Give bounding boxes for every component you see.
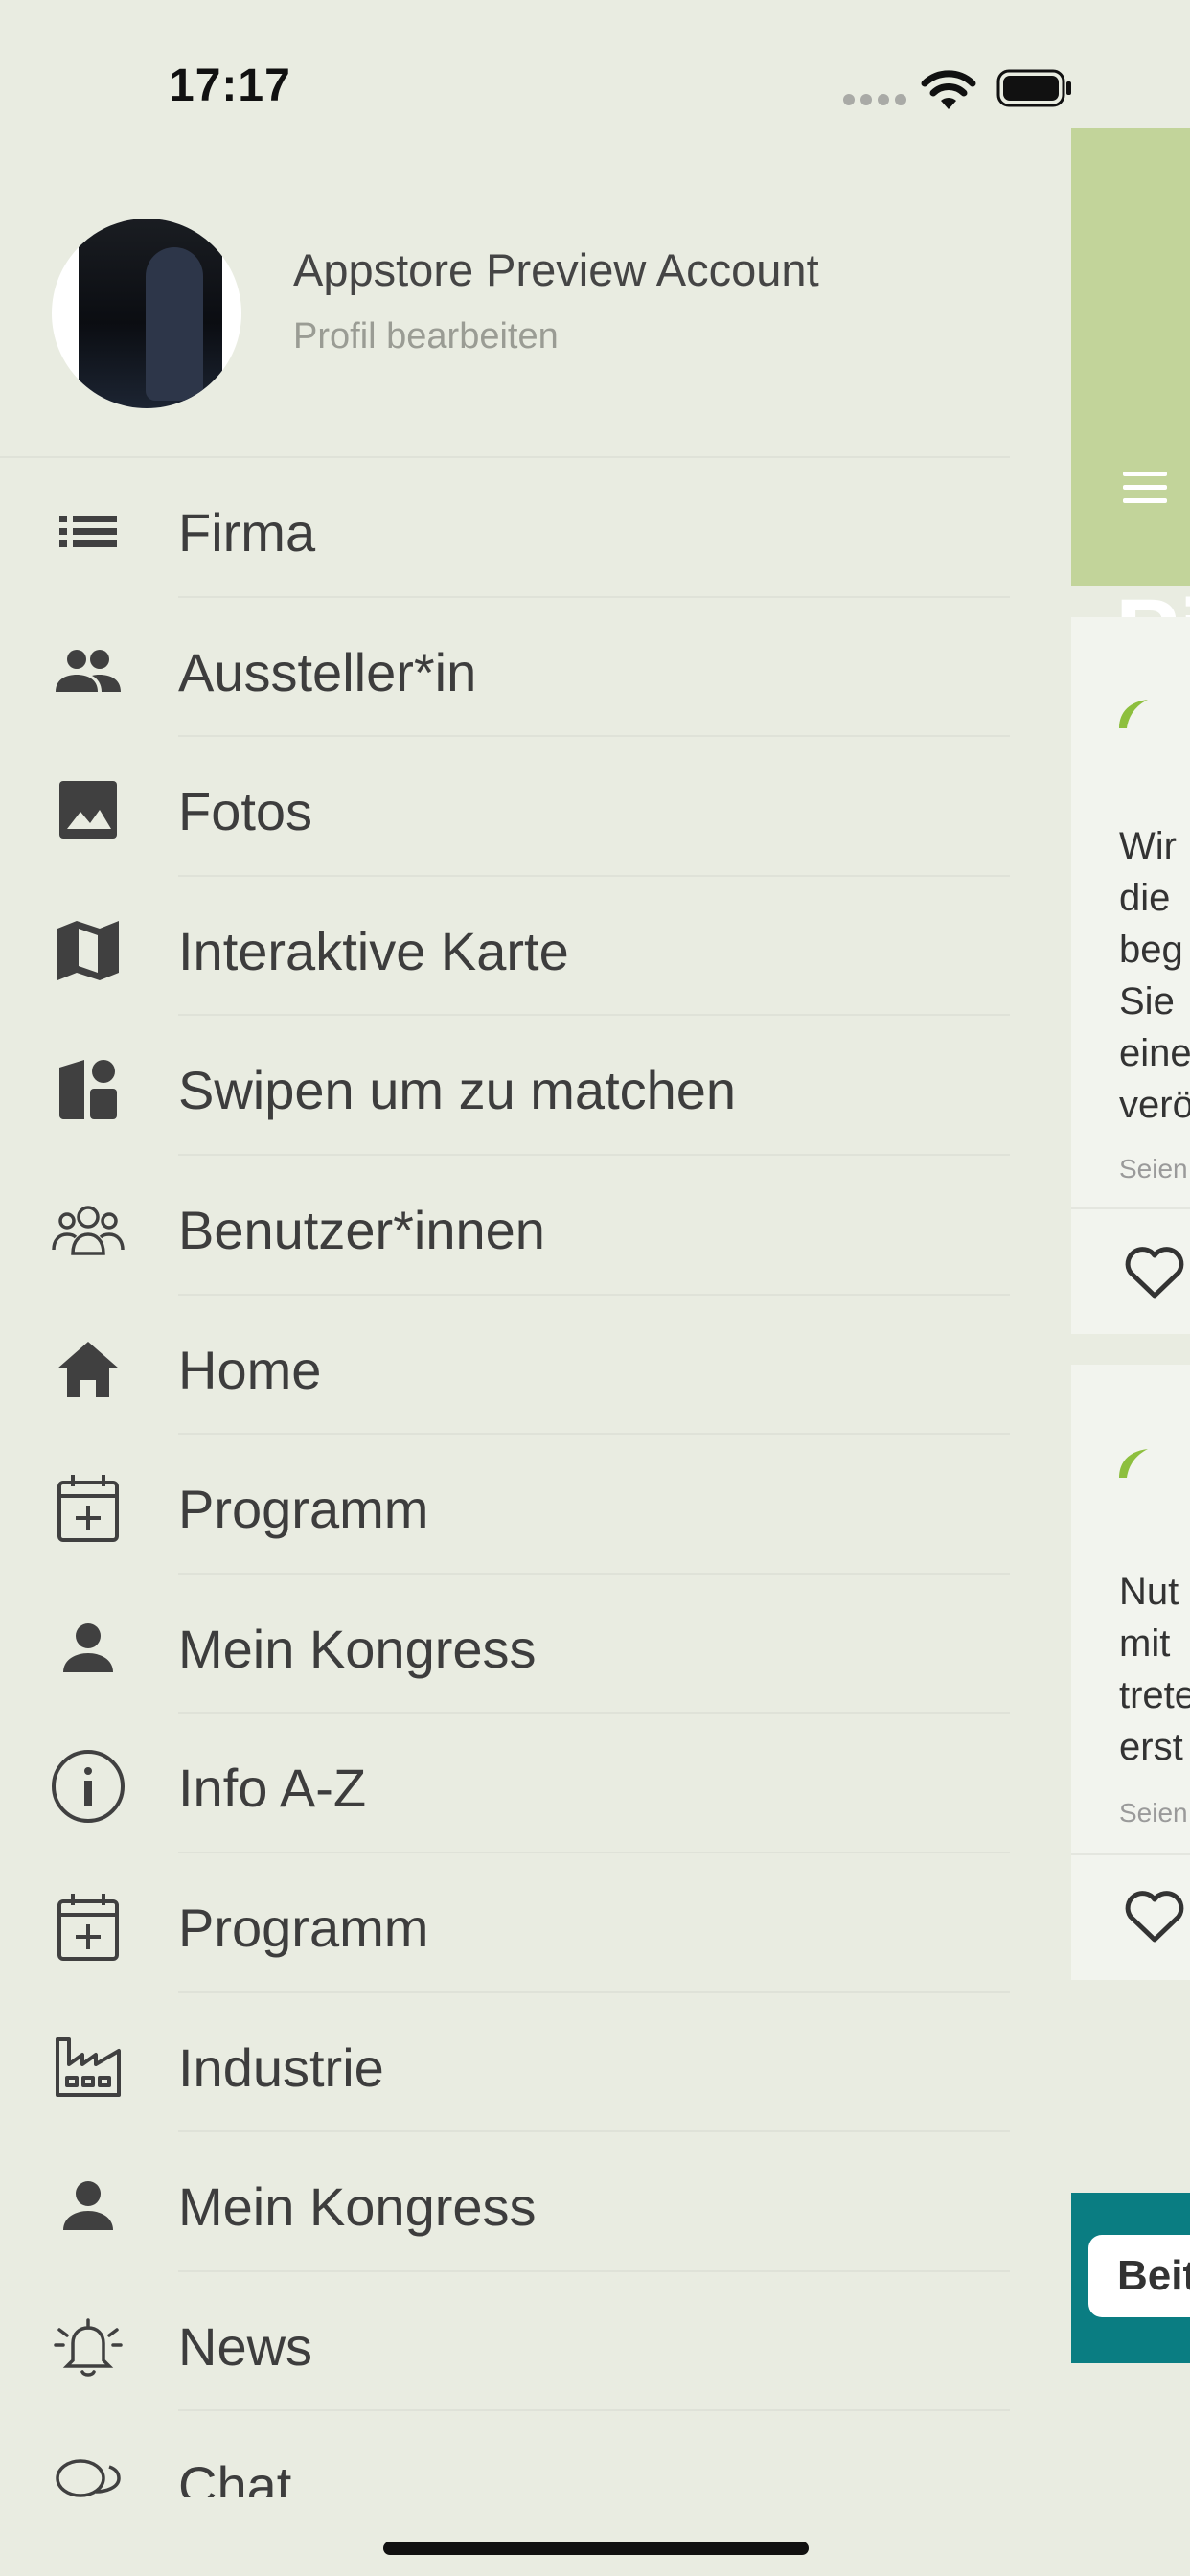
banner-button[interactable]: Beit (1088, 2235, 1190, 2317)
menu-item-label: Benutzer*innen (178, 1199, 545, 1260)
hamburger-menu-icon[interactable] (1123, 472, 1167, 504)
menu-item-programm-2[interactable]: Programm (0, 1853, 1016, 1993)
main-screen-peek[interactable]: Pi Wir die beg Sie eine verö Seien Nut m… (1071, 0, 1190, 2576)
menu-item-label: News (178, 2315, 313, 2377)
drawer-menu: Firma Aussteller*in Fotos Interaktive Ka… (0, 458, 1016, 2497)
menu-item-label: Aussteller*in (178, 641, 477, 702)
menu-item-label: Fotos (178, 781, 313, 842)
organization-logo-icon (1119, 700, 1148, 728)
card-text-line: trete (1119, 1674, 1190, 1716)
banner-button-label: Beit (1117, 2252, 1190, 2299)
heart-icon[interactable] (1123, 1888, 1186, 1945)
menu-item-label: Info A-Z (178, 1758, 367, 1819)
home-icon (50, 1330, 126, 1407)
card-text-line: mit (1119, 1622, 1171, 1665)
menu-item-label: Programm (178, 1479, 429, 1540)
card-divider (1071, 1208, 1190, 1209)
menu-item-label: Programm (178, 1897, 429, 1958)
calendar-plus-icon (50, 1469, 126, 1546)
card-text-line: beg (1119, 929, 1183, 971)
list-icon (50, 493, 126, 569)
news-card[interactable]: Nut mit trete erst Seien (1071, 1365, 1190, 1980)
menu-item-industrie[interactable]: Industrie (0, 1993, 1016, 2133)
card-text-line: Sie (1119, 980, 1175, 1023)
card-text-line: Wir (1119, 825, 1177, 867)
menu-item-mein-kongress[interactable]: Mein Kongress (0, 1575, 1016, 1714)
organization-logo-icon (1119, 1449, 1148, 1478)
menu-item-chat[interactable]: Chat (0, 2411, 1016, 2497)
news-card[interactable]: Wir die beg Sie eine verö Seien (1071, 617, 1190, 1334)
card-divider (1071, 1853, 1190, 1855)
menu-item-home[interactable]: Home (0, 1296, 1016, 1436)
menu-item-label: Mein Kongress (178, 1618, 537, 1679)
card-text-line: die (1119, 877, 1171, 919)
avatar[interactable] (52, 218, 241, 408)
menu-item-label: Firma (178, 502, 316, 563)
menu-item-aussteller[interactable]: Aussteller*in (0, 598, 1016, 738)
menu-item-firma[interactable]: Firma (0, 458, 1016, 598)
menu-item-label: Swipen um zu matchen (178, 1060, 737, 1121)
main-header: Pi (1071, 128, 1190, 687)
menu-item-info-a-z[interactable]: Info A-Z (0, 1714, 1016, 1853)
menu-item-interaktive-karte[interactable]: Interaktive Karte (0, 877, 1016, 1017)
card-source: Seien (1119, 1798, 1188, 1828)
profile-name: Appstore Preview Account (293, 244, 819, 295)
card-source: Seien (1119, 1154, 1188, 1184)
heart-icon[interactable] (1123, 1244, 1186, 1301)
people-icon (50, 632, 126, 709)
users-outline-icon (50, 1190, 126, 1267)
bottom-banner: Beit (1071, 2193, 1190, 2363)
menu-item-label: Home (178, 1339, 322, 1400)
card-text-line: erst (1119, 1726, 1183, 1768)
menu-item-label: Industrie (178, 2036, 384, 2098)
side-drawer: Appstore Preview Account Profil bearbeit… (0, 0, 1071, 2576)
chat-icon (50, 2446, 126, 2498)
map-icon (50, 911, 126, 988)
menu-item-swipen[interactable]: Swipen um zu matchen (0, 1016, 1016, 1156)
menu-item-label: Chat (178, 2455, 292, 2498)
menu-item-benutzer[interactable]: Benutzer*innen (0, 1156, 1016, 1296)
menu-item-programm[interactable]: Programm (0, 1435, 1016, 1575)
card-text-line: verö (1119, 1084, 1190, 1126)
swipe-match-icon (50, 1050, 126, 1127)
calendar-plus-icon (50, 1888, 126, 1965)
bell-icon (50, 2307, 126, 2383)
info-icon (50, 1748, 126, 1825)
menu-item-label: Interaktive Karte (178, 920, 569, 981)
menu-item-mein-kongress-2[interactable]: Mein Kongress (0, 2132, 1016, 2272)
image-icon (50, 771, 126, 848)
menu-item-news[interactable]: News (0, 2272, 1016, 2412)
person-icon (50, 1609, 126, 1686)
menu-item-fotos[interactable]: Fotos (0, 737, 1016, 877)
card-text-line: Nut (1119, 1571, 1179, 1613)
person-icon (50, 2167, 126, 2243)
menu-item-label: Mein Kongress (178, 2176, 537, 2238)
factory-icon (50, 2028, 126, 2104)
home-indicator[interactable] (383, 2542, 809, 2555)
card-text-line: eine (1119, 1032, 1190, 1074)
edit-profile-link[interactable]: Profil bearbeiten (293, 316, 559, 357)
